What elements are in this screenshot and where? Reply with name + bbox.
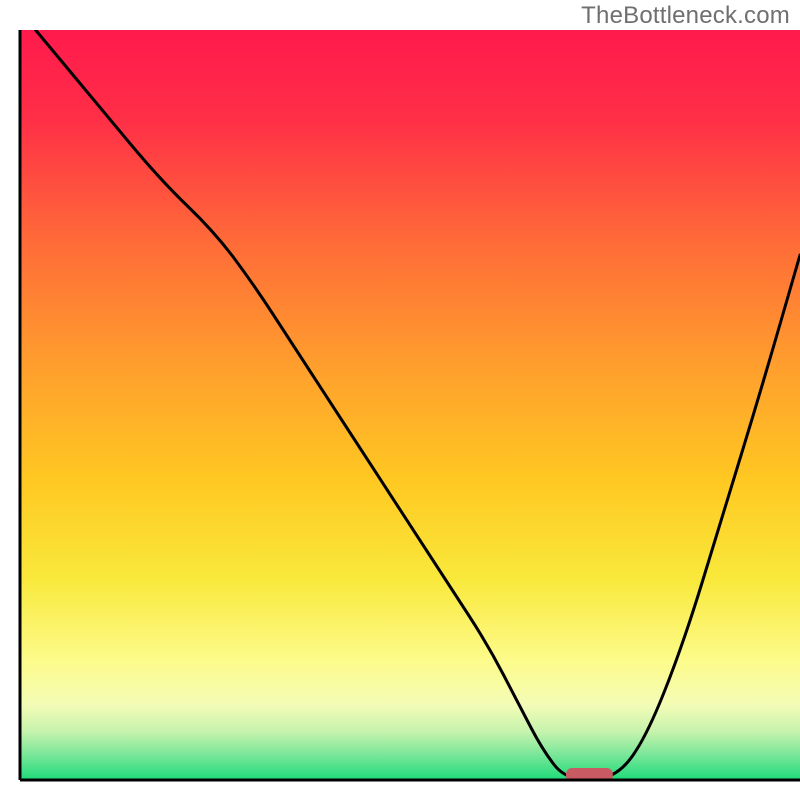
bottleneck-chart [0,0,800,800]
gradient-background [20,30,800,780]
watermark-text: TheBottleneck.com [581,2,790,30]
chart-stage: TheBottleneck.com [0,0,800,800]
